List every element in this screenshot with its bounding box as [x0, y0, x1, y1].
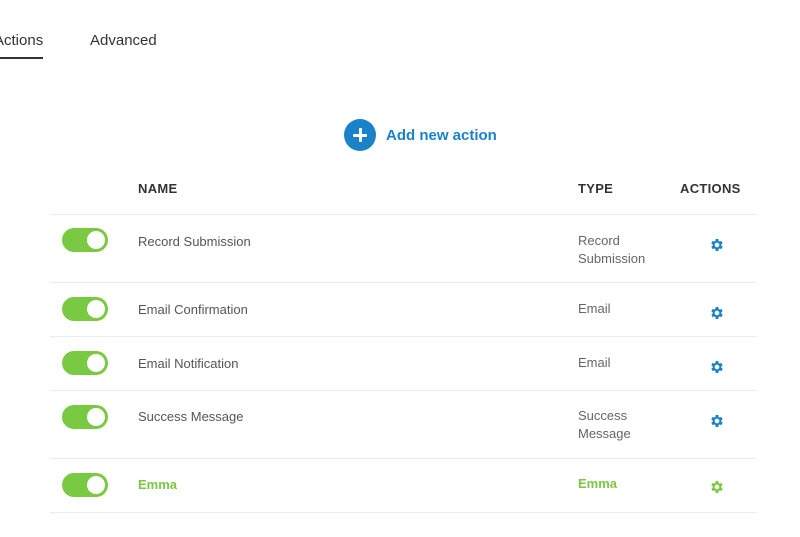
action-type: Record Submission: [578, 233, 646, 266]
column-header-name: NAME: [138, 181, 178, 196]
action-name[interactable]: Emma: [138, 477, 177, 492]
table-header: NAME TYPE ACTIONS: [50, 172, 757, 215]
enable-toggle[interactable]: [62, 228, 108, 252]
gear-icon[interactable]: [709, 237, 725, 253]
action-name[interactable]: Email Confirmation: [138, 302, 248, 317]
gear-icon[interactable]: [709, 305, 725, 321]
add-new-action-button[interactable]: Add new action: [344, 119, 497, 151]
actions-table: NAME TYPE ACTIONS Record Submission Reco…: [50, 172, 757, 513]
tab-actions[interactable]: Actions: [0, 32, 44, 59]
plus-circle-icon: [344, 119, 376, 151]
action-type: Emma: [578, 476, 618, 491]
action-type: Success Message: [578, 408, 631, 441]
gear-icon[interactable]: [709, 479, 725, 495]
tab-bar: Actions Advanced: [0, 0, 400, 60]
gear-icon[interactable]: [709, 413, 725, 429]
enable-toggle[interactable]: [62, 473, 108, 497]
column-header-type: TYPE: [578, 181, 614, 196]
table-row: Email Notification Email: [50, 337, 757, 391]
action-type: Email: [578, 301, 611, 316]
enable-toggle[interactable]: [62, 351, 108, 375]
enable-toggle[interactable]: [62, 405, 108, 429]
gear-icon[interactable]: [709, 359, 725, 375]
table-row: Success Message Success Message: [50, 391, 757, 459]
table-row: Emma Emma: [50, 459, 757, 513]
add-new-action-label: Add new action: [386, 126, 497, 144]
column-header-actions: ACTIONS: [680, 181, 741, 196]
tab-advanced[interactable]: Advanced: [90, 32, 157, 49]
action-type: Email: [578, 355, 611, 370]
enable-toggle[interactable]: [62, 297, 108, 321]
table-row: Email Confirmation Email: [50, 283, 757, 337]
action-name[interactable]: Record Submission: [138, 234, 251, 249]
action-name[interactable]: Success Message: [138, 409, 244, 424]
actions-page: Actions Advanced Add new action NAME TYP…: [0, 0, 800, 537]
action-name[interactable]: Email Notification: [138, 356, 238, 371]
table-row: Record Submission Record Submission: [50, 215, 757, 283]
